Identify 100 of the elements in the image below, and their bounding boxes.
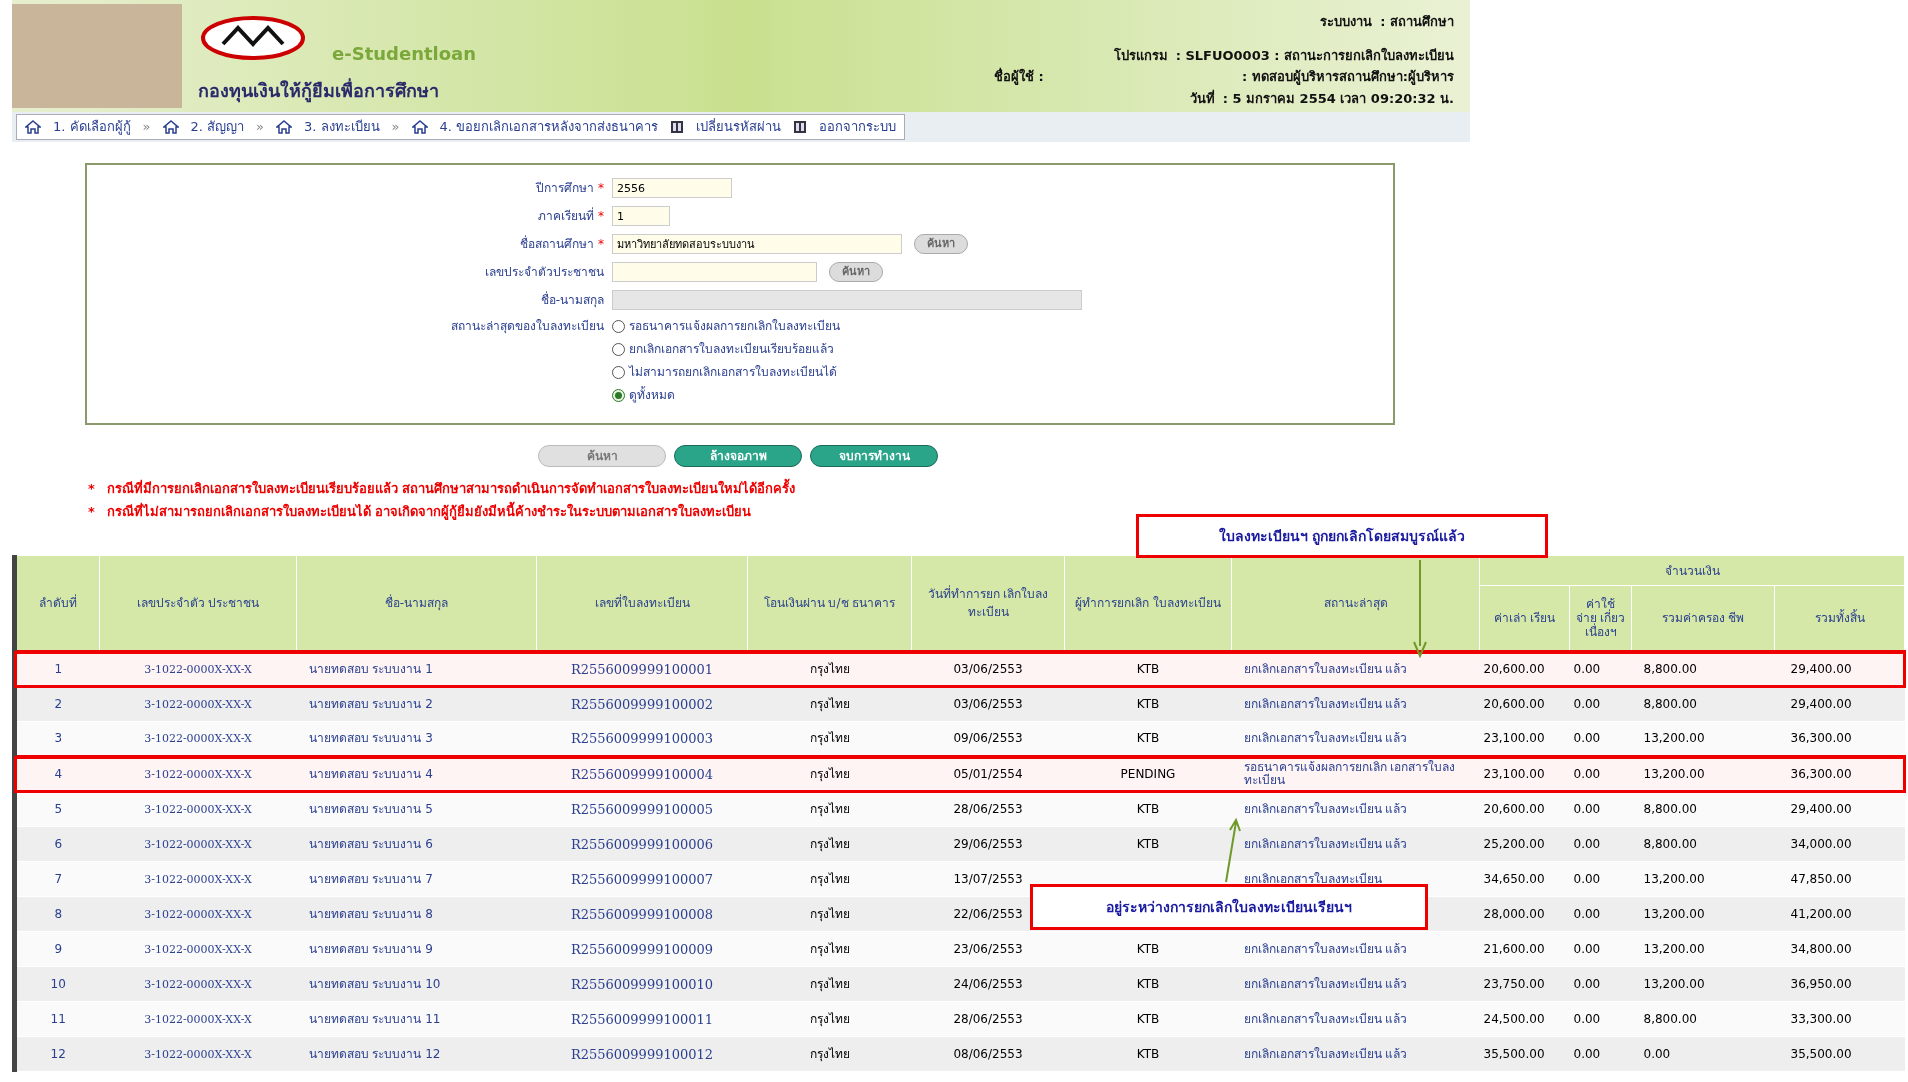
field-label: ชื่อสถานศึกษา * [520,235,604,253]
row-number: 3 [54,731,63,745]
money-text: 8,800.00 [1643,836,1697,851]
registration-link[interactable]: R2556009999100009 [570,941,714,957]
date-text: 03/06/2553 [953,697,1023,711]
table-row[interactable]: 10 3-1022-0000X-XX-X นายทดสอบ ระบบงาน 10 R2556009999100010 กรุงไทย 24/06/2553 KTB ยกเลิกเอกสารใบลงทะเบียน แล้ว 23,750.00 0.00 13,200.00 36,950.00 [14,966,1905,1002]
date-text: 29/06/2553 [953,836,1023,851]
name-link[interactable]: นายทดสอบ ระบบงาน 2 [308,697,433,711]
group-header: จำนวนเงิน [1479,555,1905,586]
column-header: เลขที่ใบลงทะเบียน [536,555,748,652]
date-label: วันที่ [1189,88,1215,108]
approver-text: KTB [1136,976,1160,991]
bank-name: กรุงไทย [809,1046,850,1061]
input-field[interactable] [612,262,817,282]
date-text: 24/06/2553 [953,976,1023,991]
home-icon [276,120,293,134]
search-button[interactable]: ค้นหา [914,234,968,254]
bank-name: กรุงไทย [809,976,850,991]
date-text: 09/06/2553 [953,731,1023,745]
nav-link[interactable]: 1. คัดเลือกผู้กู้ [53,117,131,137]
nav-link[interactable]: 4. ขอยกเลิกเอกสารหลังจากส่งธนาคาร [439,117,659,137]
bank-name: กรุงไทย [809,731,850,745]
row-number: 2 [54,697,63,711]
nav-link[interactable]: เปลี่ยนรหัสผ่าน [696,117,782,137]
name-link[interactable]: นายทดสอบ ระบบงาน 12 [308,1046,441,1061]
money-text: 13,200.00 [1643,766,1705,781]
table-row[interactable]: 12 3-1022-0000X-XX-X นายทดสอบ ระบบงาน 12 R2556009999100012 กรุงไทย 08/06/2553 KTB ยกเลิกเอกสารใบลงทะเบียน แล้ว 35,500.00 0.00 0.00 35,500.00 [14,1036,1905,1072]
callout-box: ใบลงทะเบียนฯ ถูกยกเลิกโดยสมบูรณ์แล้ว [1136,514,1548,558]
search-button[interactable]: ค้นหา [829,262,883,282]
approver-text: KTB [1136,697,1160,711]
nav-separator: » [256,118,265,137]
name-link[interactable]: นายทดสอบ ระบบงาน 6 [308,836,433,851]
money-text: 21,600.00 [1483,941,1545,956]
id-number: 3-1022-0000X-XX-X [144,872,252,886]
radio-button[interactable] [612,388,625,402]
registration-link[interactable]: R2556009999100010 [570,976,714,992]
approver-text: KTB [1136,661,1160,676]
money-text: 33,300.00 [1790,1011,1852,1026]
nav-link[interactable]: 3. ลงทะเบียน [304,117,380,137]
column-header: สถานะล่าสุด [1231,555,1480,652]
nav-link[interactable]: 2. สัญญา [190,117,245,137]
name-link[interactable]: นายทดสอบ ระบบงาน 10 [308,976,441,991]
name-link[interactable]: นายทดสอบ ระบบงาน 9 [308,941,433,956]
name-link[interactable]: นายทดสอบ ระบบงาน 4 [308,766,433,781]
id-number: 3-1022-0000X-XX-X [144,767,252,781]
column-header: ค่าใช้ จ่าย เกี่ยว เนื่องฯ [1569,585,1632,652]
registration-link[interactable]: R2556009999100011 [570,1011,714,1027]
registration-link[interactable]: R2556009999100008 [570,906,714,922]
registration-link[interactable]: R2556009999100004 [570,766,714,782]
column-header: เลขประจำตัว ประชาชน [99,555,297,652]
money-text: 13,200.00 [1643,731,1705,745]
name-link[interactable]: นายทดสอบ ระบบงาน 11 [308,1011,441,1026]
input-field[interactable]: 1 [612,206,670,226]
name-link[interactable]: นายทดสอบ ระบบงาน 1 [308,661,433,676]
id-number: 3-1022-0000X-XX-X [144,698,252,711]
bank-name: กรุงไทย [809,941,850,956]
money-text: 13,200.00 [1643,906,1705,921]
row-number: 9 [54,941,63,956]
table-row[interactable]: 11 3-1022-0000X-XX-X นายทดสอบ ระบบงาน 11 R2556009999100011 กรุงไทย 28/06/2553 KTB ยกเลิกเอกสารใบลงทะเบียน แล้ว 24,500.00 0.00 8,800.00 33,300.00 [14,1001,1905,1037]
status-text: รอธนาคารแจ้งผลการยกเลิก เอกสารใบลงทะเบียน [1243,760,1456,787]
note-text: กรณีที่มีการยกเลิกเอกสารใบลงทะเบียนเรียบร้อยแล้ว สถานศึกษาสามารถดำเนินการจัดทำเอกสารใบลงทะเบียนใหม่ได้อีกครั้ง [106,479,796,499]
table-row[interactable]: 6 3-1022-0000X-XX-X นายทดสอบ ระบบงาน 6 R2556009999100006 กรุงไทย 29/06/2553 KTB ยกเลิกเอกสารใบลงทะเบียน แล้ว 25,200.00 0.00 8,800.00 34,000.00 [14,826,1905,862]
name-link[interactable]: นายทดสอบ ระบบงาน 3 [308,731,433,745]
id-number: 3-1022-0000X-XX-X [144,907,252,921]
id-number: 3-1022-0000X-XX-X [144,1012,252,1026]
radio-button[interactable] [612,365,625,379]
row-number: 11 [50,1011,66,1026]
date-text: 05/01/2554 [953,766,1023,781]
registration-link[interactable]: R2556009999100005 [570,802,714,817]
input-field[interactable]: 2556 [612,178,732,198]
radio-button[interactable] [612,342,625,356]
status-text: ยกเลิกเอกสารใบลงทะเบียน แล้ว [1243,941,1408,956]
note-text: กรณีที่ไม่สามารถยกเลิกเอกสารใบลงทะเบียนได้ อาจเกิดจากผู้กู้ยืมยังมีหนี้ค้างชำระในระบบตามเอกสารใบลงทะเบียน [106,501,752,521]
name-link[interactable]: นายทดสอบ ระบบงาน 5 [308,802,433,816]
registration-link[interactable]: R2556009999100012 [570,1046,714,1062]
field-label: ชื่อ-นามสกุล [540,291,604,309]
nav-link[interactable]: ออกจากระบบ [819,117,897,137]
table-row[interactable]: 9 3-1022-0000X-XX-X นายทดสอบ ระบบงาน 9 R2556009999100009 กรุงไทย 23/06/2553 KTB ยกเลิกเอกสารใบลงทะเบียน แล้ว 21,600.00 0.00 13,200.00 34,800.00 [14,931,1905,967]
bank-name: กรุงไทย [809,802,850,816]
date-text: 23/06/2553 [953,941,1023,956]
registration-link[interactable]: R2556009999100002 [570,697,714,712]
name-link[interactable]: นายทดสอบ ระบบงาน 7 [308,871,433,886]
money-text: 13,200.00 [1643,941,1705,956]
registration-link[interactable]: R2556009999100007 [570,871,714,887]
table-row[interactable]: 1 3-1022-0000X-XX-X นายทดสอบ ระบบงาน 1 R2556009999100001 กรุงไทย 03/06/2553 KTB ยกเลิกเอกสารใบลงทะเบียน แล้ว 20,600.00 0.00 8,800.00 29,400.00 [14,651,1905,687]
input-field[interactable]: มหาวิทยาลัยทดสอบระบบงาน [612,234,902,254]
column-header: ลำดับที่ [14,555,100,652]
name-link[interactable]: นายทดสอบ ระบบงาน 8 [308,906,433,921]
table-row[interactable]: 5 3-1022-0000X-XX-X นายทดสอบ ระบบงาน 5 R2556009999100005 กรุงไทย 28/06/2553 KTB ยกเลิกเอกสารใบลงทะเบียน แล้ว 20,600.00 0.00 8,800.00 29,400.00 [14,791,1905,827]
note-mark: * [88,502,95,521]
table-row[interactable]: 2 3-1022-0000X-XX-X นายทดสอบ ระบบงาน 2 R2556009999100002 กรุงไทย 03/06/2553 KTB ยกเลิกเอกสารใบลงทะเบียน แล้ว 20,600.00 0.00 8,800.00 29,400.00 [14,686,1905,722]
radio-button[interactable] [612,319,625,333]
registration-link[interactable]: R2556009999100006 [570,836,714,852]
registration-link[interactable]: R2556009999100001 [570,661,714,677]
approver-text: KTB [1136,941,1160,956]
registration-link[interactable]: R2556009999100003 [570,731,714,746]
user-value: : ทดสอบผู้บริหารสถานศึกษา:ผู้บริหาร [1242,68,1454,87]
table-row[interactable]: 4 3-1022-0000X-XX-X นายทดสอบ ระบบงาน 4 R2556009999100004 กรุงไทย 05/01/2554 PENDING รอธนาคารแจ้งผลการยกเลิก เอกสารใบลงทะเบียน 23,100.00 0.00 13,200.00 36,300.00 [14,756,1905,792]
money-text: 36,300.00 [1790,731,1852,745]
approver-text: KTB [1136,1046,1160,1061]
